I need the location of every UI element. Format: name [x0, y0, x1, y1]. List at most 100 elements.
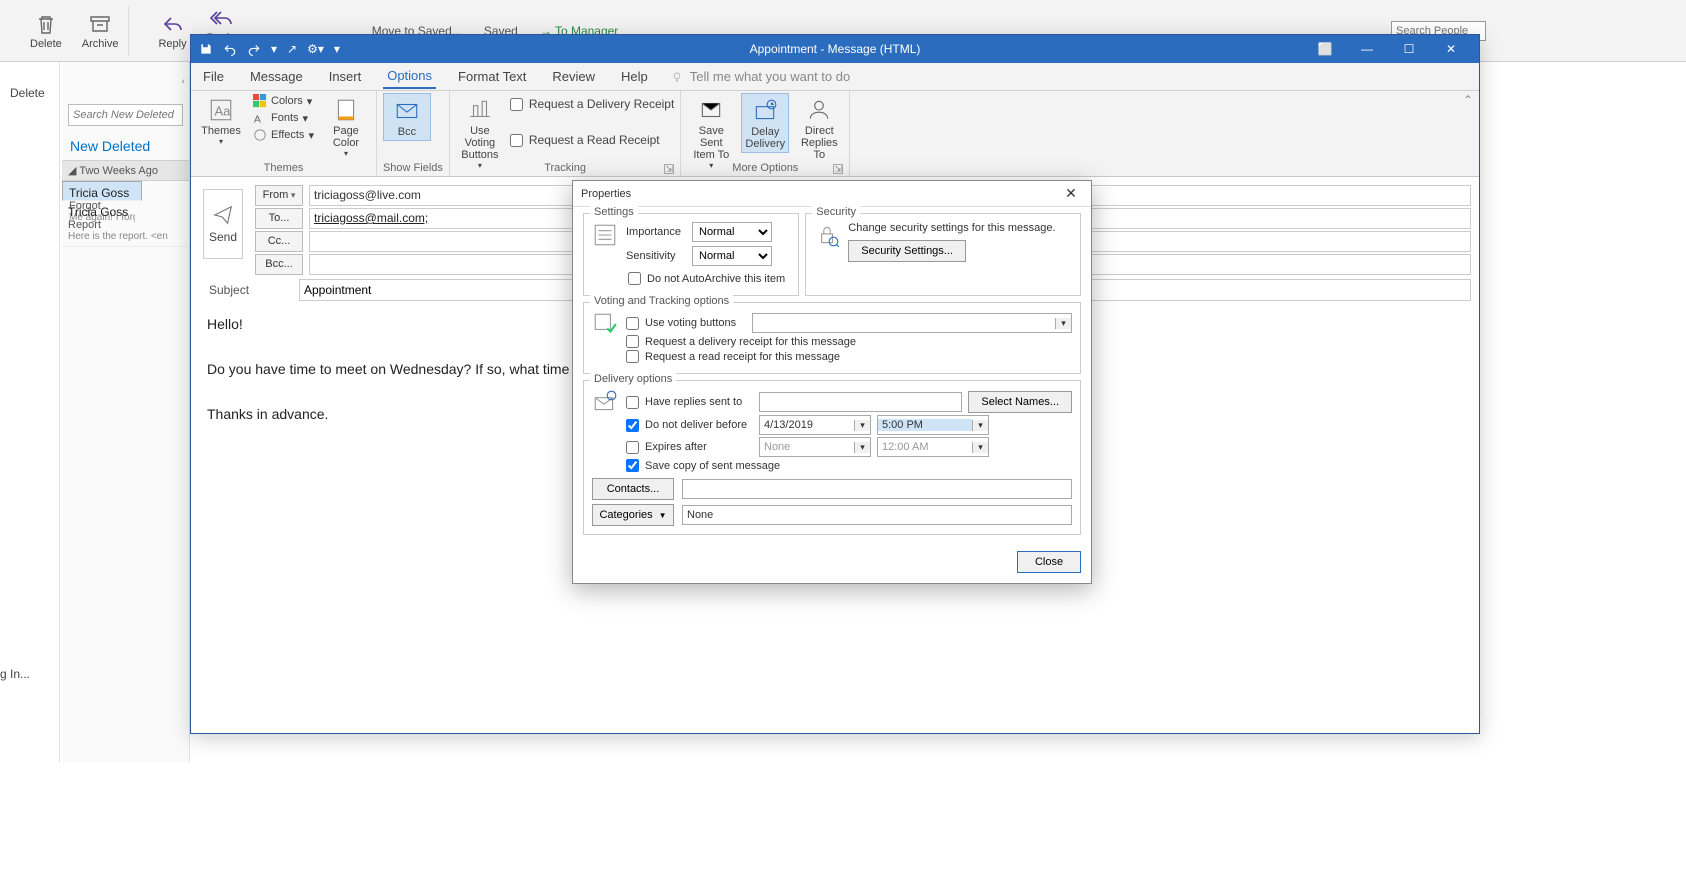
ribbon-tabs: File Message Insert Options Format Text …	[191, 63, 1479, 91]
reply-all-icon	[209, 6, 233, 30]
delete-section-label: Delete	[10, 86, 45, 100]
window-close-button[interactable]: ✕	[1431, 38, 1471, 60]
collapse-ribbon-button[interactable]: ⌃	[1463, 93, 1473, 107]
colors-button[interactable]: Colors ▾	[251, 93, 316, 109]
tell-me-search[interactable]: Tell me what you want to do	[670, 69, 850, 84]
use-voting-buttons-checkbox[interactable]	[626, 317, 639, 330]
trash-icon	[34, 12, 58, 36]
from-button[interactable]: From	[255, 185, 303, 206]
settings-icon	[592, 222, 618, 248]
dialog-close-button[interactable]: ✕	[1059, 184, 1083, 204]
delivery-receipt-checkbox[interactable]	[626, 335, 639, 348]
window-maximize-button[interactable]: ☐	[1389, 38, 1429, 60]
window-minimize-button[interactable]: —	[1347, 38, 1387, 60]
send-icon	[211, 204, 235, 226]
message-item[interactable]: Tricia Goss Forgot Me again! I forgot to	[62, 181, 142, 201]
contacts-input[interactable]	[682, 479, 1072, 499]
security-icon	[814, 222, 840, 248]
direct-replies-icon	[806, 97, 832, 123]
send-button[interactable]: Send	[203, 189, 243, 259]
tab-format-text[interactable]: Format Text	[454, 65, 530, 88]
effects-button[interactable]: Effects ▾	[251, 127, 316, 143]
undo-icon[interactable]	[223, 42, 237, 56]
fonts-button[interactable]: AFonts ▾	[251, 110, 316, 126]
dialog-titlebar: Properties ✕	[573, 181, 1091, 207]
svg-text:Aa: Aa	[215, 103, 232, 118]
bcc-icon	[394, 98, 420, 124]
ribbon-group-more-options: Save Sent Item To▾ Delay Delivery Direct…	[681, 91, 850, 176]
delivery-options-fieldset: Delivery options Have replies sent to Se…	[583, 380, 1081, 535]
save-sent-item-to-button[interactable]: Save Sent Item To▾	[687, 93, 735, 172]
voting-icon	[467, 97, 493, 123]
save-copy-checkbox[interactable]	[626, 459, 639, 472]
window-title: Appointment - Message (HTML)	[750, 42, 921, 56]
bcc-button[interactable]: Bcc...	[255, 254, 303, 275]
expires-date-combo[interactable]: None▾	[759, 437, 871, 457]
window-popout-button[interactable]: ⬜	[1305, 38, 1345, 60]
dialog-launcher-icon[interactable]: ⇲	[833, 164, 843, 174]
message-preview: Here is the report. <en	[68, 231, 183, 242]
contacts-button[interactable]: Contacts...	[592, 478, 674, 500]
close-button[interactable]: Close	[1017, 551, 1081, 573]
security-fieldset: Security Change security settings for th…	[805, 213, 1081, 296]
no-autoarchive-checkbox[interactable]	[628, 272, 641, 285]
voting-buttons-button[interactable]: Use Voting Buttons▾	[456, 93, 504, 172]
deliver-time-combo[interactable]: 5:00 PM▾	[877, 415, 989, 435]
archive-button[interactable]: Archive	[72, 12, 129, 50]
request-read-receipt-checkbox[interactable]: Request a Read Receipt	[510, 133, 674, 147]
delete-button[interactable]: Delete	[20, 12, 72, 50]
tab-help[interactable]: Help	[617, 65, 652, 88]
fieldset-legend: Voting and Tracking options	[590, 295, 733, 307]
importance-select[interactable]: Normal	[692, 222, 772, 242]
themes-button[interactable]: Aa Themes▾	[197, 93, 245, 148]
delay-delivery-button[interactable]: Delay Delivery	[741, 93, 789, 153]
direct-replies-to-button[interactable]: Direct Replies To	[795, 93, 843, 163]
delivery-icon	[592, 389, 618, 415]
page-color-button[interactable]: Page Color▾	[322, 93, 370, 160]
message-item[interactable]: Tricia Goss Report Here is the report. <…	[62, 201, 189, 247]
security-text: Change security settings for this messag…	[848, 222, 1072, 234]
expires-after-checkbox[interactable]	[626, 441, 639, 454]
voting-buttons-combo[interactable]: ▾	[752, 313, 1072, 333]
request-delivery-receipt-checkbox[interactable]: Request a Delivery Receipt	[510, 97, 674, 111]
collapse-button[interactable]: ‹	[182, 76, 185, 87]
save-icon[interactable]	[199, 42, 213, 56]
to-button[interactable]: To...	[255, 208, 303, 229]
dialog-launcher-icon[interactable]: ⇲	[664, 164, 674, 174]
ribbon-group-themes: Aa Themes▾ Colors ▾ AFonts ▾ Effects ▾ P…	[191, 91, 377, 176]
delete-label: Delete	[30, 38, 62, 50]
dialog-title: Properties	[581, 188, 631, 200]
search-folder-input[interactable]	[68, 104, 183, 126]
categories-button[interactable]: Categories▼	[592, 504, 674, 526]
select-names-button[interactable]: Select Names...	[968, 391, 1072, 413]
security-settings-button[interactable]: Security Settings...	[848, 240, 966, 262]
message-from: Tricia Goss	[68, 205, 183, 219]
read-receipt-checkbox[interactable]	[626, 350, 639, 363]
date-group-header[interactable]: ◢ Two Weeks Ago	[62, 160, 189, 181]
reply-label: Reply	[158, 38, 186, 50]
tab-insert[interactable]: Insert	[325, 65, 366, 88]
voting-tracking-fieldset: Voting and Tracking options Use voting b…	[583, 302, 1081, 374]
delay-delivery-icon	[752, 98, 778, 124]
settings-fieldset: Settings Importance Normal Sensitivity N…	[583, 213, 799, 296]
cc-button[interactable]: Cc...	[255, 231, 303, 252]
ribbon-group-label: Show Fields	[383, 162, 443, 176]
categories-value: None	[682, 505, 1072, 525]
tab-message[interactable]: Message	[246, 65, 307, 88]
tab-options[interactable]: Options	[383, 64, 436, 89]
bcc-button[interactable]: Bcc	[383, 93, 431, 141]
archive-label: Archive	[82, 38, 119, 50]
fonts-icon: A	[253, 111, 267, 125]
reply-icon	[161, 12, 185, 36]
have-replies-input[interactable]	[759, 392, 962, 412]
have-replies-checkbox[interactable]	[626, 396, 639, 409]
do-not-deliver-before-checkbox[interactable]	[626, 419, 639, 432]
fieldset-legend: Settings	[590, 206, 638, 218]
bulb-icon	[670, 70, 684, 84]
redo-icon[interactable]	[247, 42, 261, 56]
tab-file[interactable]: File	[199, 65, 228, 88]
sensitivity-select[interactable]: Normal	[692, 246, 772, 266]
deliver-date-combo[interactable]: 4/13/2019▾	[759, 415, 871, 435]
tab-review[interactable]: Review	[548, 65, 599, 88]
expires-time-combo[interactable]: 12:00 AM▾	[877, 437, 989, 457]
